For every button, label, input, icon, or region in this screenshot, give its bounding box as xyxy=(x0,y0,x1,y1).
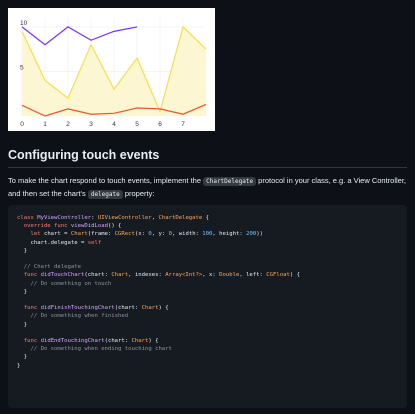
code-token: , height: xyxy=(212,231,247,238)
code-line-2: override func viewDidLoad() { xyxy=(17,223,122,230)
code-token: ChartDelegate xyxy=(158,215,203,221)
code-line-10: } xyxy=(17,288,28,295)
code-line-13: // Do something when finished xyxy=(17,313,129,320)
code-token: , x: xyxy=(202,272,220,279)
code-token: didTouchChart xyxy=(37,272,85,279)
series-line xyxy=(21,26,138,46)
code-token: (chart: xyxy=(104,338,132,345)
code-token: (chart: xyxy=(114,305,142,312)
heading-divider xyxy=(8,167,407,168)
code-token: )) xyxy=(256,231,263,238)
code-listing: class MyViewController: UIViewController… xyxy=(8,205,407,370)
code-line-16: func didEndTouchingChart(chart: Chart) { xyxy=(17,338,159,345)
code-token: self xyxy=(87,239,102,246)
x-tick-label: 4 xyxy=(112,121,116,128)
code-token: , indexes: xyxy=(128,272,166,279)
code-token: , xyxy=(151,215,159,221)
code-line-19: } xyxy=(17,362,21,369)
code-token: class xyxy=(17,215,34,221)
description-paragraph: To make the chart respond to touch event… xyxy=(8,175,408,201)
code-token: Double xyxy=(219,272,240,279)
section-heading: Configuring touch events xyxy=(8,148,160,162)
code-token: func xyxy=(17,305,38,312)
code-token: Chart xyxy=(70,231,88,238)
code-token: chart.delegate = xyxy=(17,239,88,246)
code-line-17: // Do something when ending touching cha… xyxy=(17,346,172,353)
code-token: Chart xyxy=(131,338,149,345)
x-tick-label: 0 xyxy=(20,121,24,128)
code-line-1: class MyViewController: UIViewController… xyxy=(17,215,209,221)
code-token: didEndTouchingChart xyxy=(37,338,105,345)
code-token: let xyxy=(17,231,41,238)
code-token: override func xyxy=(17,223,68,230)
code-token: viewDidLoad xyxy=(67,223,108,230)
code-token: chart = xyxy=(40,231,71,238)
code-token: CGFloat xyxy=(266,272,290,279)
code-token: MyViewController xyxy=(33,215,92,221)
code-token: CGRect xyxy=(114,231,135,238)
para-text-3: property: xyxy=(122,189,155,198)
code-token: Chart xyxy=(111,272,129,279)
code-token: UIViewController xyxy=(97,215,152,221)
code-token: didFinishTouchingChart xyxy=(37,305,115,312)
inline-code-chartdelegate: ChartDelegate xyxy=(203,177,257,186)
code-token: (chart: xyxy=(84,272,112,279)
x-tick-label: 3 xyxy=(89,121,93,128)
para-text-1: To make the chart respond to touch event… xyxy=(8,176,204,185)
code-token: ) { xyxy=(158,305,169,312)
code-token: Chart xyxy=(141,305,159,312)
code-token: ) { xyxy=(148,338,159,345)
code-token: , width: xyxy=(171,231,203,238)
code-token: 100 xyxy=(202,231,213,238)
x-tick-label: 7 xyxy=(181,121,185,128)
code-token: , left: xyxy=(239,272,267,279)
code-line-18: } xyxy=(17,354,28,361)
code-token: { xyxy=(202,215,210,221)
code-line-12: func didFinishTouchingChart(chart: Chart… xyxy=(17,305,169,311)
code-line-14: } xyxy=(17,321,28,328)
code-token: () { xyxy=(107,223,122,230)
inline-code-delegate: delegate xyxy=(87,190,123,199)
code-line-3: let chart = Chart(frame: CGRect(x: 0, y:… xyxy=(17,231,263,238)
chart-image: 0 1 2 3 4 5 6 7 10 5 xyxy=(8,8,215,131)
y-tick-label: 10 xyxy=(20,20,28,27)
code-token: Array<Int?> xyxy=(165,272,203,279)
code-line-8: func didTouchChart(chart: Chart, indexes… xyxy=(17,272,300,278)
code-token: func xyxy=(17,338,38,345)
code-token: (x: xyxy=(134,231,149,238)
y-tick-label: 5 xyxy=(20,64,24,71)
code-line-7: // Chart delegate xyxy=(17,264,81,271)
code-token: (frame: xyxy=(87,231,115,238)
code-line-9: // Do something on touch xyxy=(17,280,112,287)
x-tick-label: 5 xyxy=(135,121,139,128)
code-block[interactable]: class MyViewController: UIViewController… xyxy=(8,205,407,408)
code-token: ) { xyxy=(289,272,300,279)
line-chart: 0 1 2 3 4 5 6 7 10 5 xyxy=(20,18,207,128)
code-line-5: } xyxy=(17,247,28,254)
code-token: func xyxy=(17,272,38,279)
code-line-4: chart.delegate = self xyxy=(17,240,101,246)
x-tick-label: 2 xyxy=(66,121,70,128)
x-tick-label: 1 xyxy=(43,121,47,128)
code-token: , y: xyxy=(151,231,169,238)
x-tick-label: 6 xyxy=(158,121,162,128)
code-token: : xyxy=(91,215,98,221)
code-token: 200 xyxy=(246,231,257,238)
